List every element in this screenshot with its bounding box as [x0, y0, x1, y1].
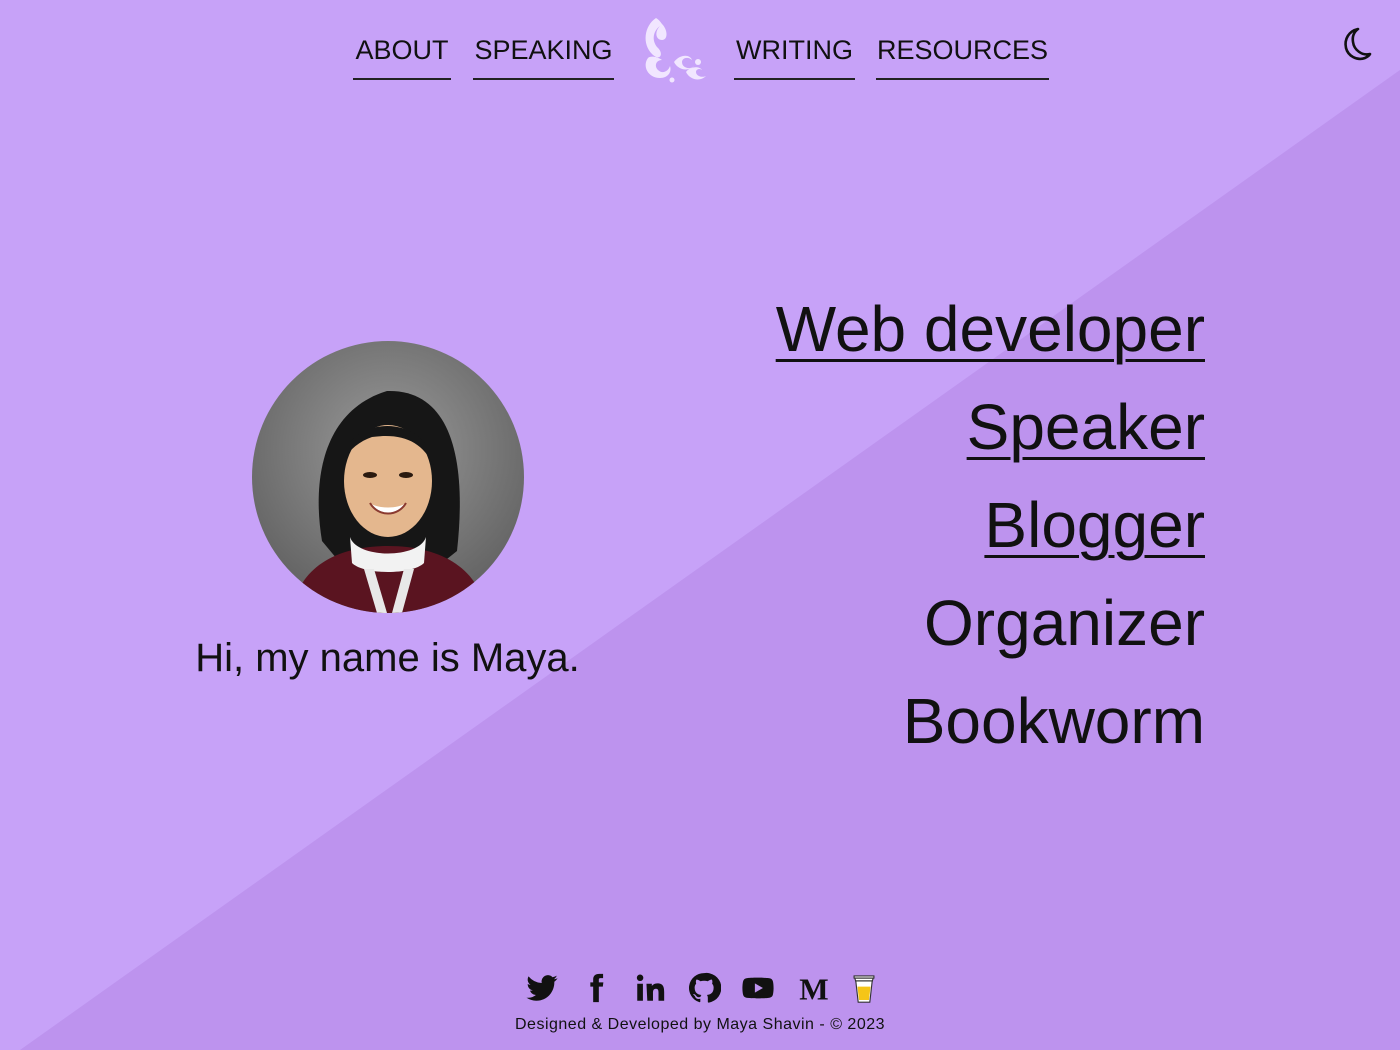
buy-me-a-coffee-icon[interactable]: [844, 968, 884, 1008]
footer-credits: Designed & Developed by Maya Shavin - © …: [0, 1016, 1400, 1034]
greeting-text: Hi, my name is Maya.: [195, 636, 580, 680]
github-icon[interactable]: [684, 968, 724, 1008]
linkedin-icon[interactable]: [630, 968, 670, 1008]
credits-copyright: © 2023: [830, 1016, 886, 1033]
role-link-blogger[interactable]: Blogger: [776, 476, 1205, 574]
profile-photo: [252, 341, 524, 613]
role-link-speaker[interactable]: Speaker: [776, 378, 1205, 476]
svg-text:M: M: [799, 971, 828, 1005]
swirl-logo-icon[interactable]: [638, 14, 710, 84]
role-link-web-developer[interactable]: Web developer: [776, 280, 1205, 378]
nav-link-resources[interactable]: RESOURCES: [876, 30, 1049, 80]
credits-separator: -: [819, 1016, 826, 1033]
medium-icon[interactable]: M: [794, 968, 834, 1008]
credits-author-name: Maya Shavin: [716, 1016, 815, 1033]
social-links: M: [522, 968, 882, 1008]
nav-link-speaking[interactable]: SPEAKING: [473, 30, 614, 80]
twitter-icon[interactable]: [522, 968, 562, 1008]
role-bookworm: Bookworm: [902, 685, 1205, 757]
credits-prefix: Designed & Developed by: [514, 1016, 712, 1033]
youtube-icon[interactable]: [738, 968, 778, 1008]
top-navigation: ABOUT SPEAKING WRITING RESOURCES: [0, 0, 1400, 90]
nav-link-writing[interactable]: WRITING: [734, 30, 855, 80]
moon-icon[interactable]: [1336, 24, 1376, 64]
nav-link-about[interactable]: ABOUT: [353, 30, 451, 80]
roles-list: Web developer Speaker Blogger Organizer …: [776, 280, 1205, 770]
facebook-icon[interactable]: [576, 968, 616, 1008]
role-organizer: Organizer: [924, 587, 1205, 659]
